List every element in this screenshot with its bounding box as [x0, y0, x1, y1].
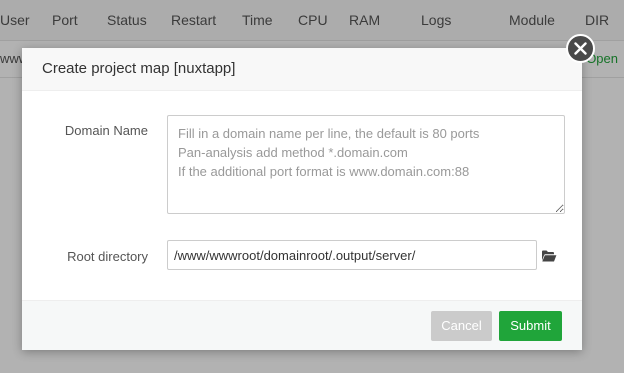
- close-icon: [574, 42, 587, 55]
- page: User Port Status Restart Time CPU RAM Lo…: [0, 0, 624, 373]
- domain-name-label: Domain Name: [64, 123, 148, 138]
- dialog-title: Create project map [nuxtapp]: [42, 60, 236, 77]
- domain-name-textarea[interactable]: [167, 115, 565, 214]
- close-button[interactable]: [566, 34, 595, 63]
- root-directory-input[interactable]: [167, 240, 537, 270]
- submit-button[interactable]: Submit: [499, 311, 562, 341]
- dialog-footer: Cancel Submit: [22, 300, 582, 350]
- root-directory-label: Root directory: [67, 249, 148, 264]
- create-project-map-dialog: Create project map [nuxtapp] Domain Name…: [22, 34, 595, 350]
- dialog-title-bar: Create project map [nuxtapp]: [22, 48, 582, 91]
- folder-open-icon[interactable]: [541, 249, 557, 263]
- cancel-button[interactable]: Cancel: [431, 311, 492, 341]
